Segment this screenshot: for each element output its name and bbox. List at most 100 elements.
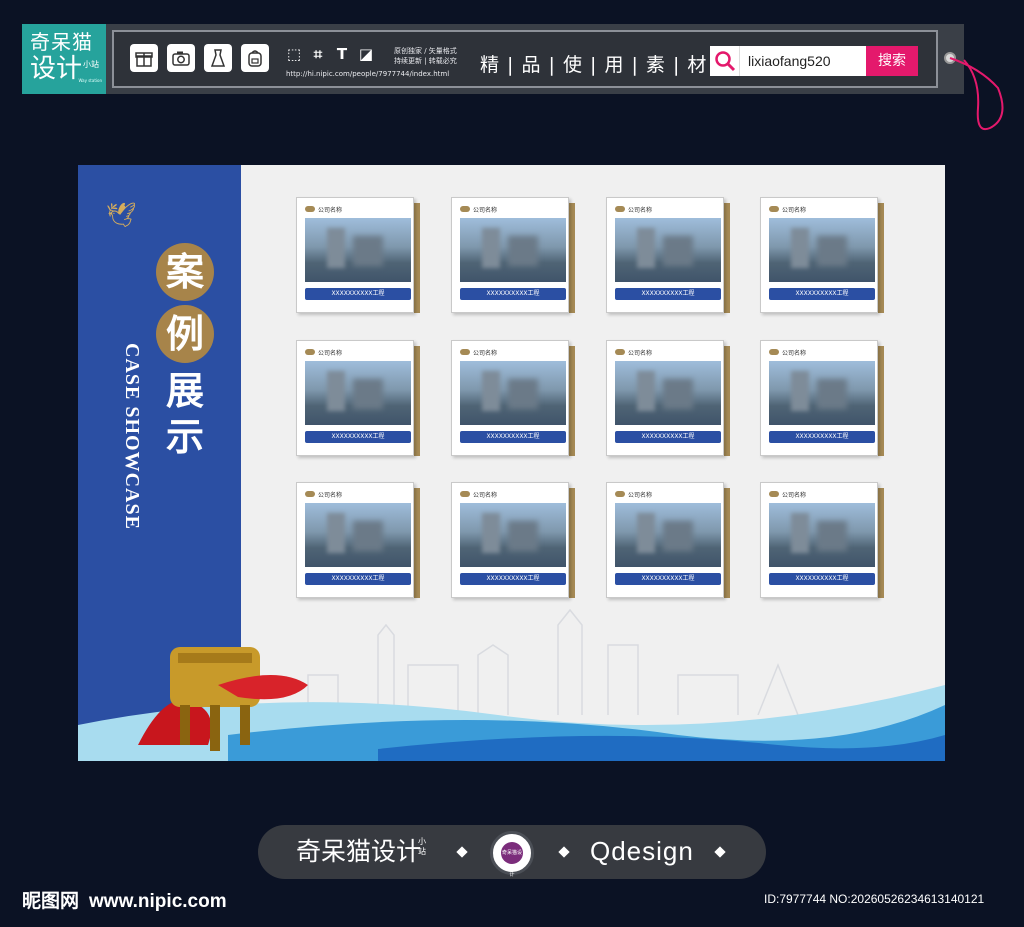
- select-icon[interactable]: ⬚: [286, 46, 302, 62]
- watermark-cn: 昵图网: [22, 890, 80, 912]
- card-photo: [769, 503, 875, 567]
- card-caption: XXXXXXXXXX工程: [460, 288, 566, 300]
- card-header: 公司名称: [769, 489, 869, 499]
- card-gold-edge: [569, 488, 575, 598]
- card-header: 公司名称: [769, 204, 869, 214]
- case-card[interactable]: 公司名称 XXXXXXXXXX工程: [760, 340, 884, 456]
- card-caption: XXXXXXXXXX工程: [460, 431, 566, 443]
- logo-line1: 奇呆猫: [30, 30, 93, 54]
- card-company: 公司名称: [473, 349, 498, 357]
- card-gold-edge: [569, 203, 575, 313]
- case-card[interactable]: 公司名称 XXXXXXXXXX工程: [760, 482, 884, 598]
- dress-icon[interactable]: [204, 44, 232, 72]
- card-header: 公司名称: [305, 347, 405, 357]
- backpack-icon[interactable]: [241, 44, 269, 72]
- card-header: 公司名称: [305, 204, 405, 214]
- search-icon[interactable]: [710, 46, 740, 76]
- card-header: 公司名称: [615, 204, 715, 214]
- card-header: 公司名称: [769, 347, 869, 357]
- card-caption: XXXXXXXXXX工程: [305, 573, 411, 585]
- feature-labels: 精 | 品 | 使 | 用 | 素 | 材: [480, 54, 708, 76]
- card-body: 公司名称 XXXXXXXXXX工程: [760, 340, 878, 456]
- card-body: 公司名称 XXXXXXXXXX工程: [296, 482, 414, 598]
- card-header: 公司名称: [460, 204, 560, 214]
- card-gold-edge: [414, 203, 420, 313]
- card-gold-edge: [414, 346, 420, 456]
- company-logo-icon: [305, 491, 315, 497]
- card-company: 公司名称: [628, 491, 653, 499]
- watermark-left: 昵图网 www.nipic.com: [22, 886, 227, 913]
- category-icons: [130, 44, 269, 72]
- card-caption: XXXXXXXXXX工程: [769, 573, 875, 585]
- card-photo: [460, 361, 566, 425]
- case-card[interactable]: 公司名称 XXXXXXXXXX工程: [451, 197, 575, 313]
- card-gold-edge: [414, 488, 420, 598]
- card-body: 公司名称 XXXXXXXXXX工程: [606, 340, 724, 456]
- card-company: 公司名称: [782, 491, 807, 499]
- page: 奇呆猫 设计 小站 Way station ⬚ ⌗ T ◪ 原创独家 / 矢量格…: [0, 0, 1024, 927]
- card-photo: [615, 361, 721, 425]
- case-card[interactable]: 公司名称 XXXXXXXXXX工程: [296, 340, 420, 456]
- card-body: 公司名称 XXXXXXXXXX工程: [451, 482, 569, 598]
- case-card[interactable]: 公司名称 XXXXXXXXXX工程: [296, 482, 420, 598]
- logo-small: 小站: [83, 60, 99, 69]
- watermark-site[interactable]: www.nipic.com: [89, 891, 227, 912]
- case-card[interactable]: 公司名称 XXXXXXXXXX工程: [606, 482, 730, 598]
- title-english: CASE SHOWCASE: [121, 343, 143, 530]
- case-card[interactable]: 公司名称 XXXXXXXXXX工程: [606, 340, 730, 456]
- card-body: 公司名称 XXXXXXXXXX工程: [606, 482, 724, 598]
- card-body: 公司名称 XXXXXXXXXX工程: [760, 197, 878, 313]
- company-logo-icon: [460, 349, 470, 355]
- layer-icon[interactable]: ◪: [358, 46, 374, 62]
- crop-icon[interactable]: ⌗: [310, 46, 326, 62]
- bronze-cauldron: [138, 647, 308, 751]
- company-logo-icon: [615, 349, 625, 355]
- search-button[interactable]: 搜索: [866, 46, 918, 76]
- card-caption: XXXXXXXXXX工程: [305, 431, 411, 443]
- card-photo: [615, 218, 721, 282]
- card-gold-edge: [878, 203, 884, 313]
- card-company: 公司名称: [628, 349, 653, 357]
- title-char-3: 展: [166, 368, 205, 413]
- card-caption: XXXXXXXXXX工程: [460, 573, 566, 585]
- company-logo-icon: [769, 206, 779, 212]
- footer-brand-cn: 奇呆猫设计: [296, 837, 422, 866]
- logo-tiny: Way station: [78, 78, 102, 83]
- card-caption: XXXXXXXXXX工程: [615, 288, 721, 300]
- card-caption: XXXXXXXXXX工程: [615, 573, 721, 585]
- card-header: 公司名称: [615, 347, 715, 357]
- tag-string: [949, 57, 1004, 130]
- tool-icons: ⬚ ⌗ T ◪: [286, 46, 374, 62]
- profile-url[interactable]: http://hi.nipic.com/people/7977744/index…: [286, 70, 449, 78]
- card-caption: XXXXXXXXXX工程: [305, 288, 411, 300]
- birds-icon: 🕊: [106, 201, 137, 229]
- site-logo[interactable]: 奇呆猫 设计 小站 Way station: [22, 24, 106, 94]
- case-card[interactable]: 公司名称 XXXXXXXXXX工程: [606, 197, 730, 313]
- company-logo-icon: [460, 206, 470, 212]
- card-company: 公司名称: [318, 349, 343, 357]
- card-company: 公司名称: [473, 206, 498, 214]
- gift-icon[interactable]: [130, 44, 158, 72]
- card-header: 公司名称: [460, 347, 560, 357]
- card-gold-edge: [569, 346, 575, 456]
- title-char-2: 例: [156, 305, 214, 363]
- card-photo: [305, 361, 411, 425]
- diamond-icon: [558, 846, 570, 858]
- case-card[interactable]: 公司名称 XXXXXXXXXX工程: [451, 340, 575, 456]
- diamond-icon: [714, 846, 726, 858]
- case-card[interactable]: 公司名称 XXXXXXXXXX工程: [451, 482, 575, 598]
- case-card[interactable]: 公司名称 XXXXXXXXXX工程: [296, 197, 420, 313]
- card-photo: [615, 503, 721, 567]
- poster: 🕊 案 例 展 示 CASE SHOWCASE 公司名称 XXXXXXXXXX工…: [78, 165, 945, 761]
- card-photo: [460, 503, 566, 567]
- card-company: 公司名称: [318, 491, 343, 499]
- card-gold-edge: [724, 203, 730, 313]
- company-logo-icon: [305, 349, 315, 355]
- case-card[interactable]: 公司名称 XXXXXXXXXX工程: [760, 197, 884, 313]
- search-input[interactable]: [740, 46, 866, 76]
- company-logo-icon: [615, 491, 625, 497]
- card-company: 公司名称: [473, 491, 498, 499]
- text-icon[interactable]: T: [334, 46, 350, 62]
- notes-line2: 持续更新 | 转载必究: [394, 57, 457, 65]
- camera-icon[interactable]: [167, 44, 195, 72]
